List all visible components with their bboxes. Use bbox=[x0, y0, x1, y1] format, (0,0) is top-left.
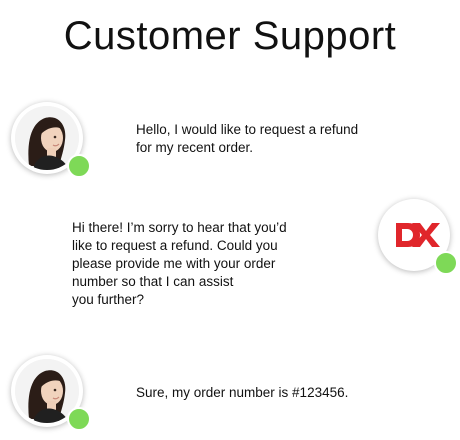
message-text: Hello, I would like to request a refund … bbox=[136, 122, 359, 155]
support-avatar[interactable] bbox=[378, 199, 458, 275]
online-status-dot bbox=[67, 154, 91, 178]
message-text: Hi there! I’m sorry to hear that you’d l… bbox=[72, 220, 287, 307]
page-title: Customer Support bbox=[63, 14, 397, 58]
message-text: Sure, my order number is #123456. bbox=[136, 385, 349, 400]
online-status-dot bbox=[434, 251, 458, 275]
customer-avatar[interactable] bbox=[11, 355, 91, 431]
customer-avatar[interactable] bbox=[11, 102, 91, 178]
online-status-dot bbox=[67, 407, 91, 431]
